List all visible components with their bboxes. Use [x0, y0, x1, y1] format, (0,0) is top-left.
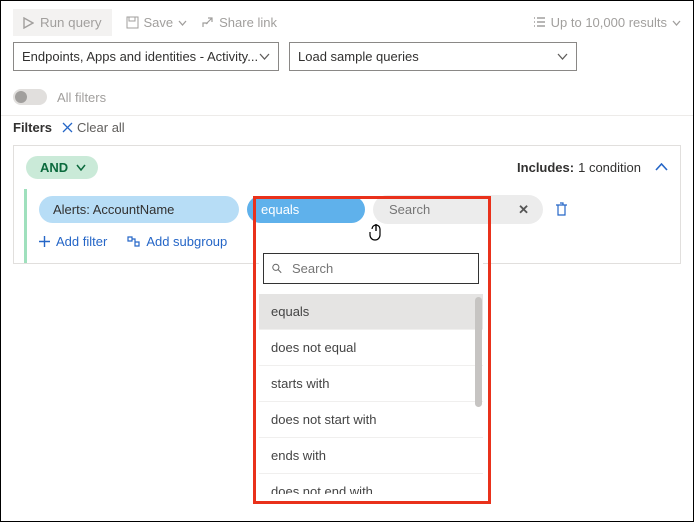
all-filters-label: All filters	[57, 90, 106, 105]
share-link-button[interactable]: Share link	[201, 15, 277, 30]
clear-all-label: Clear all	[77, 120, 125, 135]
filters-title: Filters	[13, 120, 52, 135]
subgroup-icon	[127, 236, 140, 247]
share-label: Share link	[219, 15, 277, 30]
add-subgroup-label: Add subgroup	[146, 234, 227, 249]
save-icon	[126, 16, 139, 29]
filter-field-label: Alerts: AccountName	[53, 202, 174, 217]
chevron-down-icon	[557, 53, 568, 60]
run-query-button[interactable]: Run query	[13, 9, 112, 36]
chevron-down-icon	[259, 53, 270, 60]
results-limit-dropdown[interactable]: Up to 10,000 results	[533, 15, 681, 30]
sample-queries-label: Load sample queries	[298, 49, 419, 64]
filter-operator-label: equals	[261, 202, 299, 217]
save-button[interactable]: Save	[126, 15, 188, 30]
play-icon	[23, 17, 34, 29]
run-query-label: Run query	[40, 15, 102, 30]
list-icon	[533, 17, 546, 28]
close-icon	[62, 122, 73, 133]
add-filter-button[interactable]: Add filter	[39, 234, 107, 249]
chevron-down-icon	[672, 20, 681, 26]
scope-select[interactable]: Endpoints, Apps and identities - Activit…	[13, 42, 279, 71]
dropdown-item-does-not-equal[interactable]: does not equal	[259, 330, 483, 366]
add-filter-label: Add filter	[56, 234, 107, 249]
logic-operator-label: AND	[40, 160, 68, 175]
save-label: Save	[144, 15, 174, 30]
logic-operator-dropdown[interactable]: AND	[26, 156, 98, 179]
includes-count: 1 condition	[578, 160, 641, 175]
dropdown-search-wrap[interactable]	[263, 253, 479, 284]
clear-value-icon[interactable]: ✕	[518, 202, 529, 218]
all-filters-toggle[interactable]	[13, 89, 47, 105]
filter-operator-pill[interactable]: equals	[247, 196, 365, 223]
includes-label: Includes:	[517, 160, 574, 175]
chevron-down-icon	[76, 164, 86, 171]
collapse-icon[interactable]	[655, 163, 668, 172]
dropdown-item-starts-with[interactable]: starts with	[259, 366, 483, 402]
add-subgroup-button[interactable]: Add subgroup	[127, 234, 227, 249]
scroll-up-icon[interactable]: ▲	[472, 294, 482, 296]
scope-label: Endpoints, Apps and identities - Activit…	[22, 49, 258, 64]
share-icon	[201, 16, 214, 29]
search-icon	[272, 262, 282, 275]
filter-value-input-wrap[interactable]: ✕	[373, 195, 543, 224]
dropdown-item-ends-with[interactable]: ends with	[259, 438, 483, 474]
filter-value-input[interactable]	[387, 201, 507, 218]
dropdown-item-does-not-start-with[interactable]: does not start with	[259, 402, 483, 438]
plus-icon	[39, 236, 50, 247]
results-limit-label: Up to 10,000 results	[551, 15, 667, 30]
dropdown-item-equals[interactable]: equals	[259, 294, 483, 330]
delete-filter-icon[interactable]	[555, 202, 568, 217]
clear-all-button[interactable]: Clear all	[62, 120, 125, 135]
operator-dropdown: ▲ equals does not equal starts with does…	[259, 245, 483, 494]
dropdown-scrollbar[interactable]	[475, 297, 482, 407]
chevron-down-icon	[178, 20, 187, 26]
dropdown-item-does-not-end-with[interactable]: does not end with	[259, 474, 483, 494]
scroll-down-icon[interactable]: ▼	[472, 492, 482, 494]
filter-field-pill[interactable]: Alerts: AccountName	[39, 196, 239, 223]
dropdown-list: ▲ equals does not equal starts with does…	[259, 294, 483, 494]
sample-queries-select[interactable]: Load sample queries	[289, 42, 577, 71]
dropdown-search-input[interactable]	[290, 260, 470, 277]
